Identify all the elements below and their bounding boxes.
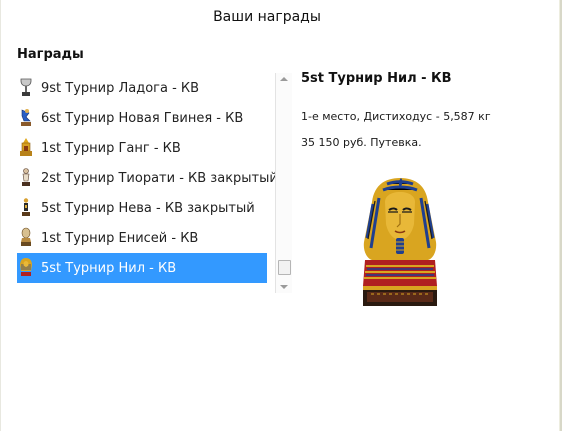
blue-figure-trophy-icon xyxy=(21,109,31,126)
awards-heading: Награды xyxy=(17,47,84,62)
list-item[interactable]: 9st Турнир Ладога - КВ xyxy=(17,73,267,103)
list-item-label: 1st Турнир Енисей - КВ xyxy=(41,230,199,246)
figurine-trophy-icon xyxy=(22,198,30,216)
list-item-label: 2st Турнир Тиорати - КВ закрытый xyxy=(41,170,275,186)
window-title: Ваши награды xyxy=(213,9,321,25)
scrollbar-thumb[interactable] xyxy=(278,260,291,275)
list-item[interactable]: 2st Турнир Тиорати - КВ закрытый xyxy=(17,163,275,193)
window-left-border xyxy=(0,0,1,431)
list-item-label: 9st Турнир Ладога - КВ xyxy=(41,80,200,96)
list-item-label: 5st Турнир Нил - КВ xyxy=(41,260,177,276)
scroll-down-arrow-icon[interactable] xyxy=(280,285,288,289)
golden-temple-trophy-icon xyxy=(20,138,32,156)
bust-trophy-icon xyxy=(21,227,31,246)
award-detail-result: 1-е место, Дистиходус - 5,587 кг xyxy=(301,110,491,123)
list-item[interactable]: 5st Турнир Нева - КВ закрытый xyxy=(17,193,267,223)
list-item[interactable]: 1st Турнир Ганг - КВ xyxy=(17,133,267,163)
scroll-up-arrow-icon[interactable] xyxy=(280,77,288,81)
statue-trophy-icon xyxy=(22,168,30,186)
cup-trophy-icon xyxy=(20,78,32,96)
awards-list-items: 9st Турнир Ладога - КВ 6st Турнир Новая … xyxy=(17,73,275,293)
pharaoh-bust-image xyxy=(363,178,437,306)
list-item-label: 1st Турнир Ганг - КВ xyxy=(41,140,181,156)
award-detail-title: 5st Турнир Нил - КВ xyxy=(301,71,452,86)
list-item[interactable]: 1st Турнир Енисей - КВ xyxy=(17,223,267,253)
award-detail-prize: 35 150 руб. Путевка. xyxy=(301,136,422,149)
awards-list[interactable]: 9st Турнир Ладога - КВ 6st Турнир Новая … xyxy=(17,73,292,293)
awards-list-scrollbar[interactable] xyxy=(275,73,292,293)
pharaoh-trophy-icon xyxy=(20,258,32,276)
list-item-label: 5st Турнир Нева - КВ закрытый xyxy=(41,200,255,216)
list-item-selected[interactable]: 5st Турнир Нил - КВ xyxy=(17,253,267,283)
list-item[interactable]: 6st Турнир Новая Гвинея - КВ xyxy=(17,103,267,133)
list-item-label: 6st Турнир Новая Гвинея - КВ xyxy=(41,110,244,126)
